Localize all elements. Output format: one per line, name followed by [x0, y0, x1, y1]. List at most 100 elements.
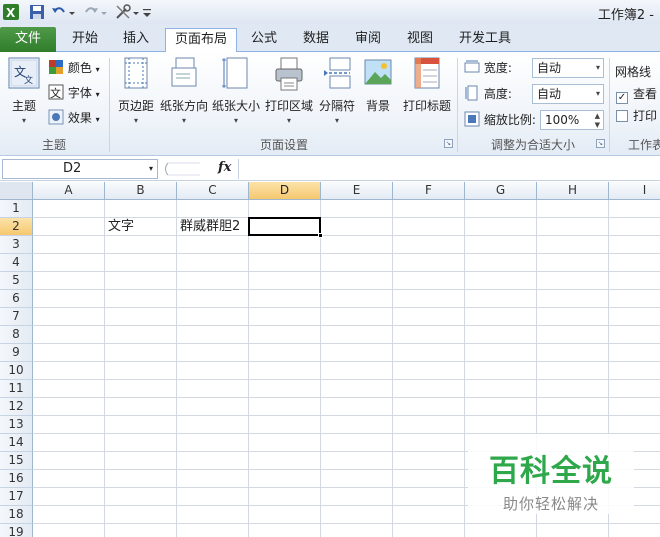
row-header-13[interactable]: 13 [0, 416, 33, 434]
row-header-15[interactable]: 15 [0, 452, 33, 470]
active-cell[interactable] [248, 217, 321, 236]
scale-launcher-icon[interactable]: ↘ [596, 139, 605, 148]
tools-icon[interactable] [114, 3, 132, 21]
cell-c2[interactable]: 群威群胆2 [177, 218, 240, 236]
formula-input[interactable] [238, 159, 658, 179]
print-area-button[interactable]: 打印区域 ▾ [264, 56, 314, 132]
column-header-d[interactable]: D [249, 182, 321, 200]
print-titles-button[interactable]: 打印标题 [400, 56, 454, 132]
column-header-i[interactable]: I [609, 182, 660, 200]
row-header-11[interactable]: 11 [0, 380, 33, 398]
width-label: 宽度: [464, 58, 512, 78]
row-header-17[interactable]: 17 [0, 488, 33, 506]
cell-b2[interactable]: 文字 [105, 218, 134, 236]
fonts-icon: 文 [48, 84, 64, 100]
theme-effects-button[interactable]: 效果 ▾ [48, 108, 100, 128]
tab-review[interactable]: 审阅 [345, 28, 391, 52]
column-header-h[interactable]: H [537, 182, 609, 200]
margins-button[interactable]: 页边距 ▾ [114, 56, 158, 132]
row-header-12[interactable]: 12 [0, 398, 33, 416]
window-title: 工作簿2 - [597, 8, 654, 23]
scale-input[interactable]: 100% ▲ ▼ [540, 110, 604, 130]
print-area-icon [264, 56, 314, 95]
row-header-9[interactable]: 9 [0, 344, 33, 362]
gridlines-heading: 网格线 [615, 65, 652, 79]
customize-qat-icon[interactable] [142, 3, 152, 21]
tab-view[interactable]: 视图 [397, 28, 443, 52]
breaks-icon [317, 56, 357, 95]
group-label-themes: 主题 [41, 138, 66, 152]
height-select[interactable]: 自动 ▾ [532, 84, 604, 104]
watermark-subtitle: 助你轻松解决 [502, 495, 599, 513]
row-header-8[interactable]: 8 [0, 326, 33, 344]
svg-text:文: 文 [24, 74, 33, 86]
tools-dropdown-icon[interactable] [132, 3, 140, 21]
breaks-button[interactable]: 分隔符 ▾ [317, 56, 357, 132]
orientation-button[interactable]: 纸张方向 ▾ [159, 56, 209, 132]
tab-formulas[interactable]: 公式 [241, 28, 287, 52]
row-header-16[interactable]: 16 [0, 470, 33, 488]
gridlines-view-checkbox[interactable]: ✓ 查看 [616, 84, 657, 104]
save-icon[interactable] [28, 3, 46, 21]
width-select[interactable]: 自动 ▾ [532, 58, 604, 78]
column-header-g[interactable]: G [465, 182, 537, 200]
undo-icon[interactable] [50, 3, 68, 21]
group-label-sheet-options: 工作表 [628, 138, 660, 152]
themes-icon: 文文 [4, 56, 44, 95]
formula-bar: D2 ▾ fx [0, 157, 660, 181]
theme-colors-button[interactable]: 颜色 ▾ [48, 58, 100, 78]
background-button[interactable]: 背景 [360, 56, 396, 132]
ribbon: 文文 主题 ▾ 颜色 ▾ 文 字体 ▾ 效果 ▾ 主题 页边距 ▾ 纸张方向 ▾… [0, 52, 660, 156]
scale-icon [464, 111, 480, 127]
watermark: 百科全说 助你轻松解决 [468, 434, 634, 514]
height-label: 高度: [464, 84, 512, 104]
svg-text:X: X [6, 6, 16, 20]
row-header-3[interactable]: 3 [0, 236, 33, 254]
column-header-e[interactable]: E [321, 182, 393, 200]
insert-function-icon[interactable]: fx [218, 160, 231, 175]
colors-icon [49, 60, 63, 74]
formula-bar-resize-icon[interactable] [162, 162, 202, 176]
group-label-page-setup: 页面设置 [259, 138, 308, 152]
redo-dropdown-icon[interactable] [100, 3, 108, 21]
page-setup-launcher-icon[interactable]: ↘ [444, 139, 453, 148]
row-header-14[interactable]: 14 [0, 434, 33, 452]
size-button[interactable]: 纸张大小 ▾ [211, 56, 261, 132]
tab-insert[interactable]: 插入 [113, 28, 159, 52]
row-header-7[interactable]: 7 [0, 308, 33, 326]
column-header-c[interactable]: C [177, 182, 249, 200]
name-box[interactable]: D2 ▾ [2, 159, 158, 179]
width-icon [464, 60, 480, 73]
column-header-f[interactable]: F [393, 182, 465, 200]
gridlines-print-checkbox[interactable]: 打印 [616, 106, 657, 126]
group-divider [609, 58, 610, 152]
row-header-18[interactable]: 18 [0, 506, 33, 524]
column-header-b[interactable]: B [105, 182, 177, 200]
row-header-4[interactable]: 4 [0, 254, 33, 272]
fill-handle[interactable] [318, 233, 323, 238]
row-header-2[interactable]: 2 [0, 218, 33, 236]
svg-text:文: 文 [50, 86, 61, 100]
tab-home[interactable]: 开始 [62, 28, 108, 52]
tab-developer[interactable]: 开发工具 [452, 28, 518, 52]
paper-size-icon [211, 56, 261, 95]
chevron-down-icon: ▾ [148, 164, 153, 173]
undo-dropdown-icon[interactable] [68, 3, 76, 21]
tab-file[interactable]: 文件 [0, 27, 56, 52]
row-header-1[interactable]: 1 [0, 200, 33, 218]
row-header-10[interactable]: 10 [0, 362, 33, 380]
tab-page-layout[interactable]: 页面布局 [165, 28, 237, 53]
row-header-6[interactable]: 6 [0, 290, 33, 308]
column-header-a[interactable]: A [33, 182, 105, 200]
print-titles-icon [400, 56, 454, 95]
effects-icon [48, 109, 64, 125]
tab-data[interactable]: 数据 [293, 28, 339, 52]
themes-button[interactable]: 文文 主题 ▾ [4, 56, 44, 132]
excel-logo-icon[interactable]: X [2, 3, 20, 21]
row-header-19[interactable]: 19 [0, 524, 33, 537]
redo-icon[interactable] [82, 3, 100, 21]
ribbon-tabs: 文件 开始 插入 页面布局 公式 数据 审阅 视图 开发工具 [0, 24, 660, 53]
spin-down-icon[interactable]: ▼ [595, 116, 600, 134]
row-header-5[interactable]: 5 [0, 272, 33, 290]
theme-fonts-button[interactable]: 文 字体 ▾ [48, 83, 100, 103]
